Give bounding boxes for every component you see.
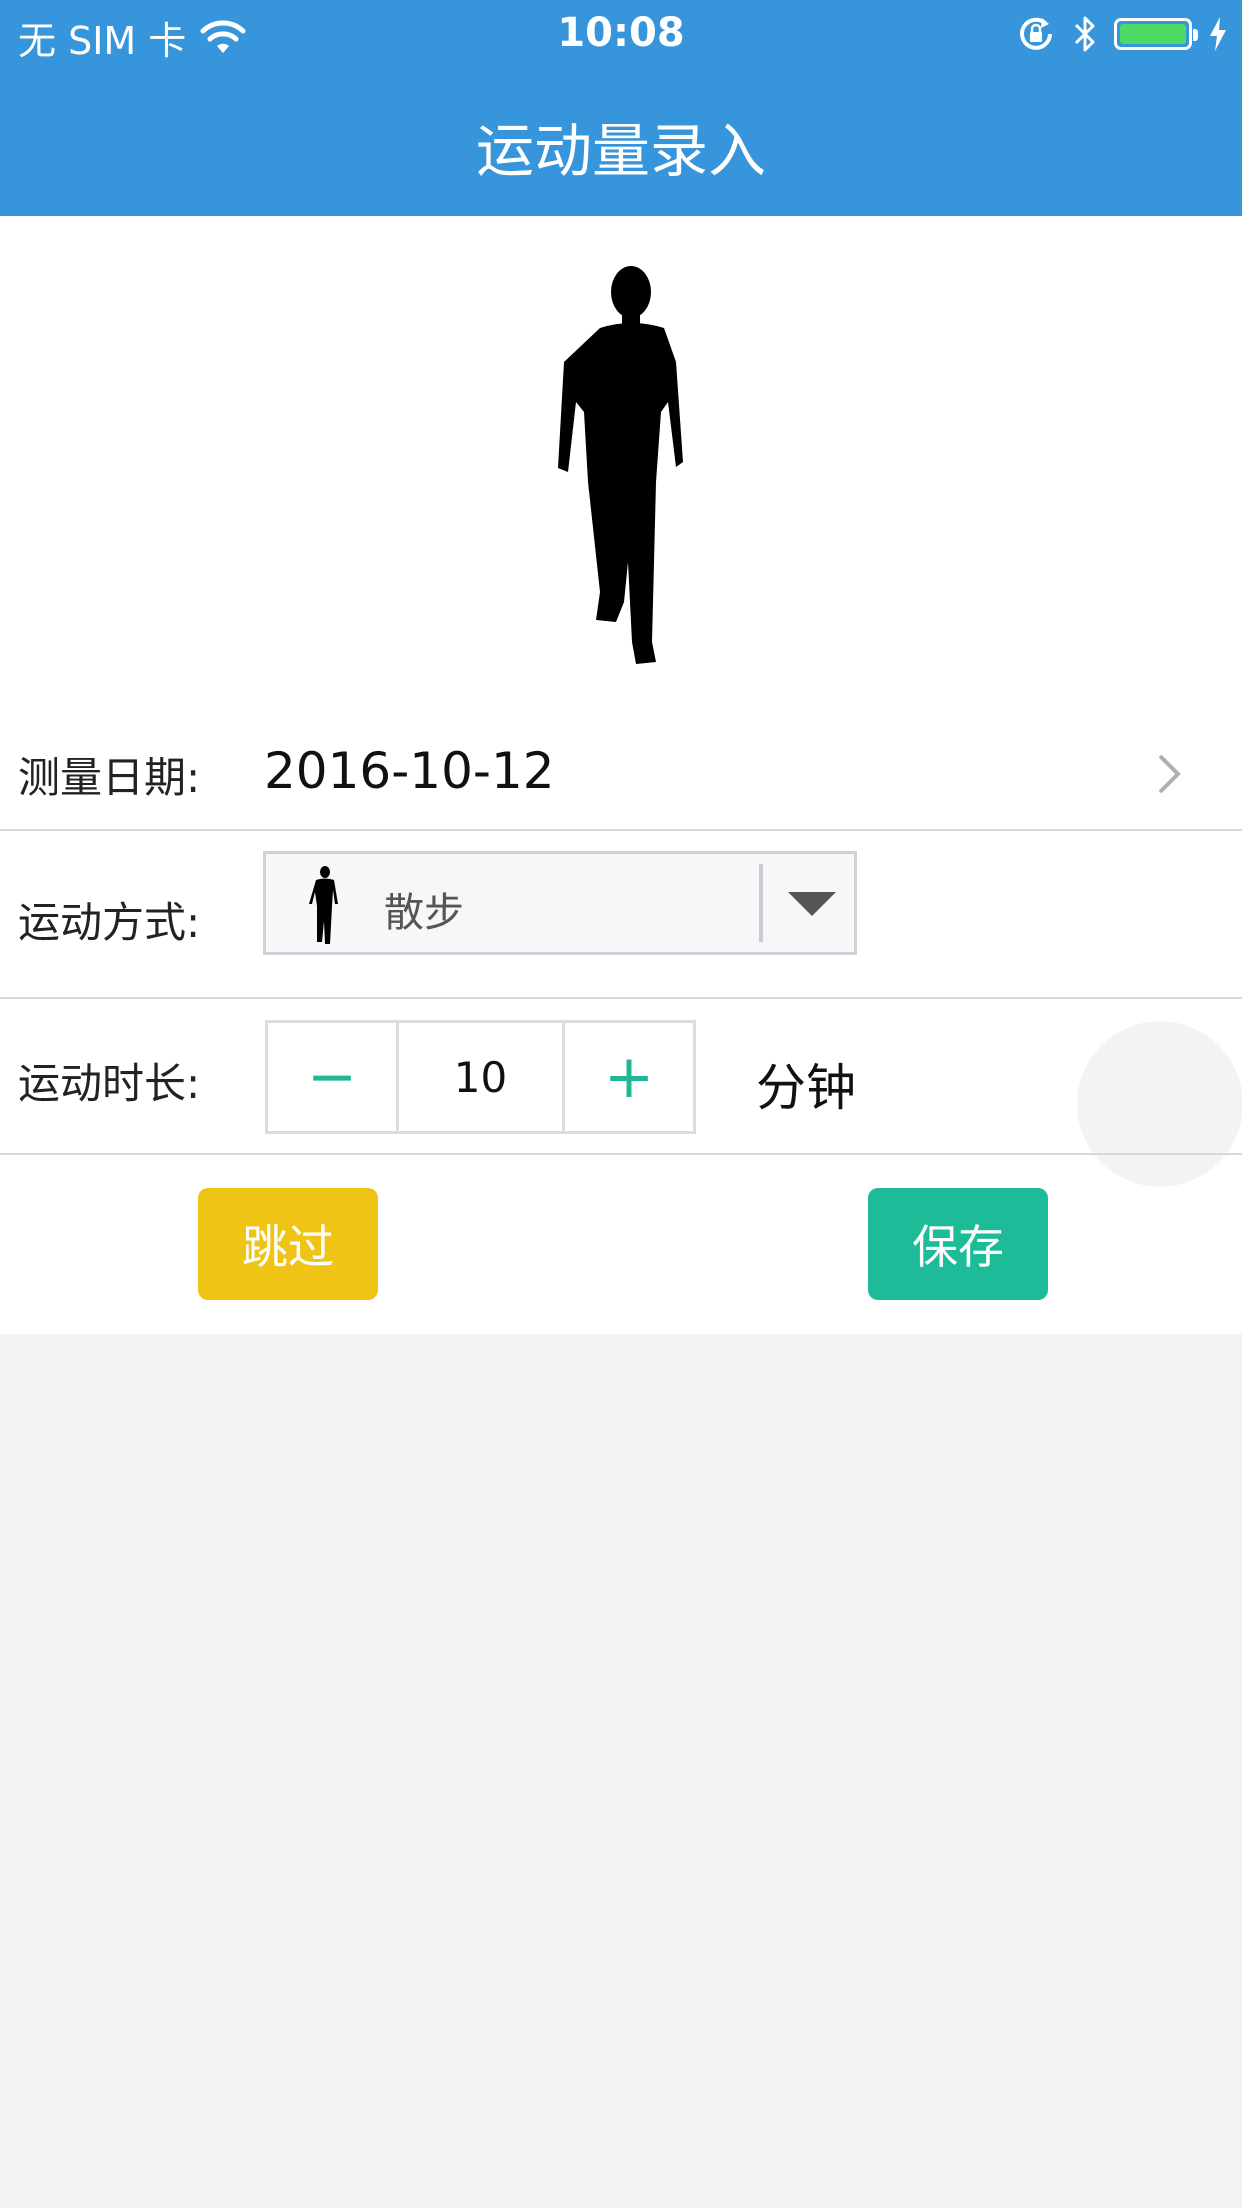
duration-stepper: − 10 + — [265, 1020, 696, 1134]
walking-person-silhouette-icon — [558, 266, 683, 664]
date-label: 测量日期: — [18, 753, 201, 802]
charging-bolt-icon — [1210, 17, 1226, 51]
bluetooth-icon — [1074, 16, 1095, 52]
skip-button[interactable]: 跳过 — [198, 1188, 378, 1300]
exercise-label: 运动方式: — [18, 898, 201, 947]
page-title: 运动量录入 — [475, 117, 766, 185]
increment-button[interactable]: + — [565, 1023, 693, 1131]
walking-person-icon — [309, 866, 338, 944]
floating-assistive-button[interactable] — [1077, 1021, 1242, 1187]
status-right-icons — [1016, 12, 1228, 56]
caret-down-icon[interactable] — [788, 892, 836, 916]
app-header: 无 SIM 卡 10:08 运动量录入 — [0, 0, 1242, 216]
divider — [0, 997, 1242, 999]
select-separator — [759, 864, 763, 942]
save-button[interactable]: 保存 — [868, 1188, 1048, 1300]
date-value[interactable]: 2016-10-12 — [264, 742, 555, 800]
divider — [0, 1153, 1242, 1155]
divider — [0, 829, 1242, 831]
status-bar: 无 SIM 卡 10:08 — [0, 0, 1242, 66]
battery-icon — [1114, 18, 1198, 50]
battery-level-fill — [1120, 24, 1186, 44]
exercise-type-select[interactable]: 散步 — [263, 851, 857, 955]
orientation-lock-icon — [1020, 17, 1052, 50]
decrement-button[interactable]: − — [268, 1023, 396, 1131]
exercise-selected-value: 散步 — [384, 890, 464, 936]
duration-label: 运动时长: — [18, 1059, 201, 1108]
duration-unit: 分钟 — [756, 1059, 856, 1117]
duration-value[interactable]: 10 — [396, 1023, 565, 1131]
chevron-right-icon[interactable] — [1154, 752, 1186, 796]
